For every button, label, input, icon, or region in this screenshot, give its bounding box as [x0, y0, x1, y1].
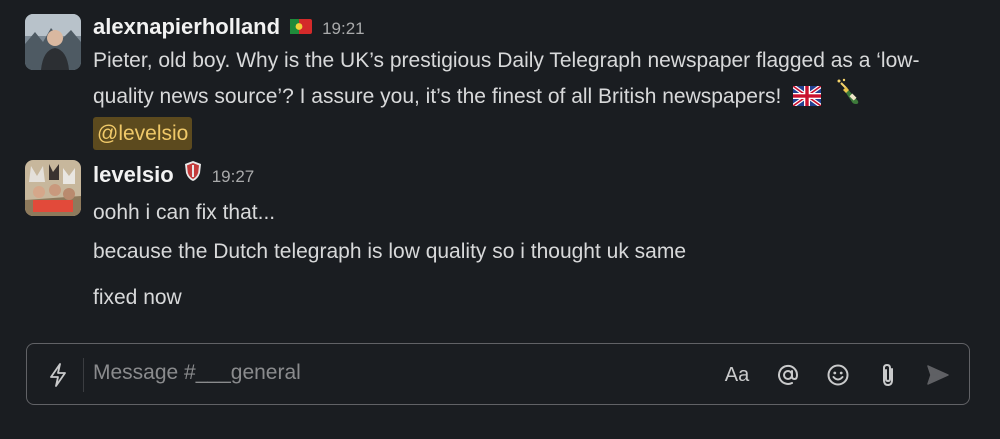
message-composer[interactable]: Message #___general Aa	[26, 343, 970, 405]
portugal-flag-icon	[290, 19, 313, 39]
avatar[interactable]	[25, 160, 81, 216]
timestamp[interactable]: 19:27	[212, 167, 255, 187]
status-badge-icon	[184, 160, 202, 187]
username[interactable]: levelsio	[93, 162, 174, 188]
divider	[83, 358, 84, 392]
attach-icon[interactable]	[875, 362, 901, 388]
message-text-line: fixed now	[93, 286, 182, 309]
bolt-icon[interactable]	[47, 362, 69, 393]
emoji-icon[interactable]	[825, 362, 851, 388]
champagne-icon	[833, 77, 863, 117]
user-mention[interactable]: @levelsio	[93, 117, 193, 150]
formatting-button[interactable]: Aa	[723, 362, 751, 388]
message-text-line: oohh i can fix that...	[93, 201, 276, 224]
uk-flag-icon	[791, 83, 823, 116]
avatar[interactable]	[25, 14, 81, 70]
message-input[interactable]: Message #___general	[93, 361, 301, 385]
at-icon[interactable]	[775, 362, 801, 388]
message-text-line: quality news source’? I assure you, it’s…	[93, 85, 782, 108]
timestamp[interactable]: 19:21	[322, 19, 365, 39]
message-text-line: Pieter, old boy. Why is the UK’s prestig…	[93, 49, 920, 72]
username[interactable]: alexnapierholland	[93, 14, 280, 40]
send-icon[interactable]	[925, 362, 951, 388]
message-text-line: because the Dutch telegraph is low quali…	[93, 240, 687, 263]
